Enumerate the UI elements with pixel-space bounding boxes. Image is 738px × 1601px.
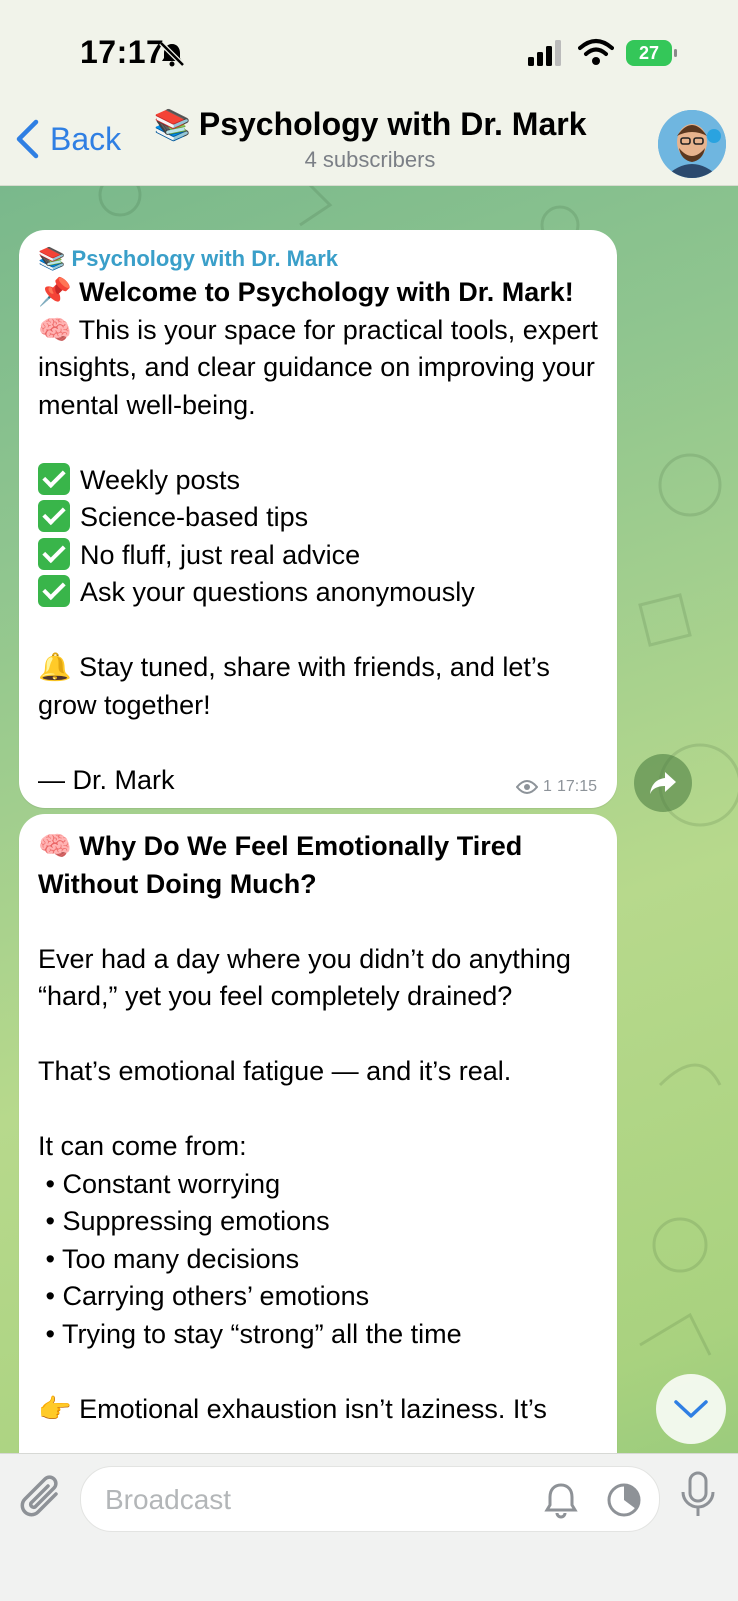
message-paragraph: That’s emotional fatigue — and it’s real… <box>38 1056 512 1086</box>
chat-title-area[interactable]: 📚 Psychology with Dr. Mark 4 subscribers <box>150 106 590 173</box>
paperclip-icon[interactable] <box>18 1474 66 1524</box>
message-meta: 1 17:15 <box>516 778 597 796</box>
avatar-illustration <box>658 110 726 178</box>
pin-emoji: 📌 <box>38 277 72 307</box>
message-title: 🧠 Why Do We Feel Emotionally Tired Witho… <box>38 831 530 899</box>
checklist-item: No fluff, just real advice <box>80 539 361 570</box>
message-intro: 🧠 This is your space for practical tools… <box>38 314 606 420</box>
channel-title: Psychology with Dr. Mark <box>198 106 587 142</box>
message-bubble[interactable]: 📚 Psychology with Dr. Mark 📌 Welcome to P… <box>19 230 617 808</box>
share-icon <box>650 772 676 794</box>
channel-label: Psychology with Dr. Mark <box>71 246 339 271</box>
message-text: 📚 Psychology with Dr. Mark 📌 Welcome to P… <box>38 244 599 799</box>
top-bar: 17:17 27 Back 📚 Psychology with Dr. Mark … <box>0 0 738 186</box>
message-closing: 🔔 Stay tuned, share with friends, and le… <box>38 652 558 720</box>
battery-icon: 27 <box>626 40 677 66</box>
check-icon <box>38 575 70 607</box>
list-item: Too many decisions <box>61 1243 300 1274</box>
composer-bar <box>0 1453 738 1601</box>
chevron-down-icon <box>674 1400 708 1418</box>
eye-icon <box>516 780 539 794</box>
list-item: Suppressing emotions <box>62 1206 330 1236</box>
checklist-item: Science-based tips <box>80 502 309 532</box>
scroll-down-button[interactable] <box>656 1374 726 1444</box>
back-chevron-icon <box>16 119 39 159</box>
check-icon <box>38 462 70 495</box>
bell-off-icon <box>159 41 185 67</box>
microphone-icon[interactable] <box>678 1470 718 1520</box>
list-item: Trying to stay “strong” all the time <box>61 1318 462 1349</box>
list-item: Constant worrying <box>62 1168 281 1199</box>
bell-icon[interactable] <box>543 1481 579 1519</box>
view-count: 1 <box>543 778 552 795</box>
checklist-item: Ask your questions anonymously <box>80 577 475 607</box>
message-signature: — Dr. Mark <box>38 764 175 795</box>
message-title-text: Why Do We Feel Emotionally Tired Without… <box>38 831 530 899</box>
subscriber-count: 4 subscribers <box>304 147 436 172</box>
message-last-line: 👉 Emotional exhaustion isn’t laziness. I… <box>38 1393 547 1424</box>
timer-icon[interactable] <box>605 1481 643 1519</box>
message-title: 📌 Welcome to Psychology with Dr. Mark! <box>38 277 574 307</box>
list-intro: It can come from: <box>38 1131 247 1161</box>
check-icon <box>38 537 70 570</box>
check-icon <box>38 500 70 532</box>
avatar[interactable] <box>658 110 726 178</box>
brain-emoji: 🧠 <box>38 831 72 861</box>
status-time: 17:17 <box>80 34 165 70</box>
back-label: Back <box>50 120 122 157</box>
message-paragraph: Ever had a day where you didn’t do anyth… <box>38 943 579 1012</box>
message-bubble[interactable]: 🧠 Why Do We Feel Emotionally Tired Witho… <box>19 814 617 1454</box>
wifi-icon <box>578 39 614 65</box>
message-title-text: Welcome to Psychology with Dr. Mark! <box>79 277 574 307</box>
checklist-item: Weekly posts <box>80 464 241 495</box>
message-input-container[interactable] <box>80 1466 660 1533</box>
page-title: 📚 Psychology with Dr. Mark <box>150 106 590 143</box>
message-time: 17:15 <box>556 778 597 795</box>
books-emoji: 📚 <box>153 109 191 142</box>
list-item: Carrying others’ emotions <box>62 1281 370 1311</box>
broadcast-input[interactable] <box>103 1467 527 1533</box>
share-button[interactable] <box>634 754 692 812</box>
back-button[interactable]: Back <box>14 118 121 160</box>
message-text: 🧠 Why Do We Feel Emotionally Tired Witho… <box>38 831 579 1424</box>
signal-icon <box>528 40 561 66</box>
sender-name[interactable]: 📚 Psychology with Dr. Mark <box>38 244 599 274</box>
channel-emoji: 📚 <box>38 246 66 271</box>
